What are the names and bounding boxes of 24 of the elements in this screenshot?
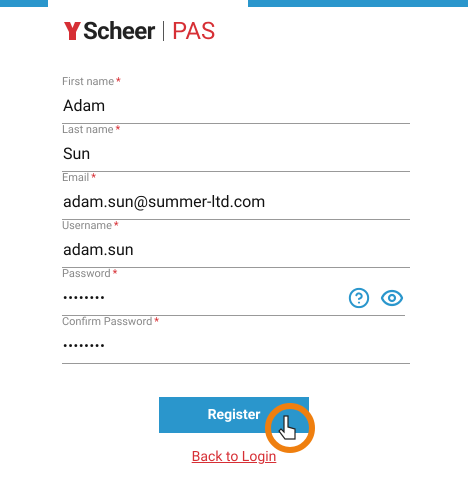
required-mark: * — [154, 316, 160, 327]
required-mark: * — [112, 268, 118, 279]
required-mark: * — [116, 76, 121, 87]
input-field[interactable]: adam.sun@summer-ltd.com — [62, 184, 410, 220]
help-icon[interactable] — [348, 286, 370, 308]
required-mark: * — [91, 172, 96, 183]
field-label: Username — [62, 220, 112, 231]
input-field[interactable]: •••••••• — [62, 280, 405, 316]
header-bar — [0, 0, 48, 7]
input-field[interactable]: adam.sun — [62, 232, 410, 268]
field-label: Password — [62, 268, 111, 279]
logo-product: PAS — [172, 19, 216, 43]
input-field[interactable]: •••••••• — [62, 328, 410, 364]
input-field[interactable]: Sun — [62, 136, 410, 172]
field-label: Email — [62, 172, 90, 183]
logo-icon — [64, 22, 81, 40]
field-label: Last name — [62, 124, 114, 135]
input-field[interactable]: Adam — [62, 88, 410, 124]
required-mark: * — [115, 124, 120, 135]
required-mark: * — [114, 220, 119, 231]
logo-brand: Scheer — [83, 19, 155, 43]
field-label: First name — [62, 76, 114, 87]
field-label: Confirm Password — [62, 316, 152, 327]
back-to-login-link[interactable]: Back to Login — [192, 447, 276, 468]
